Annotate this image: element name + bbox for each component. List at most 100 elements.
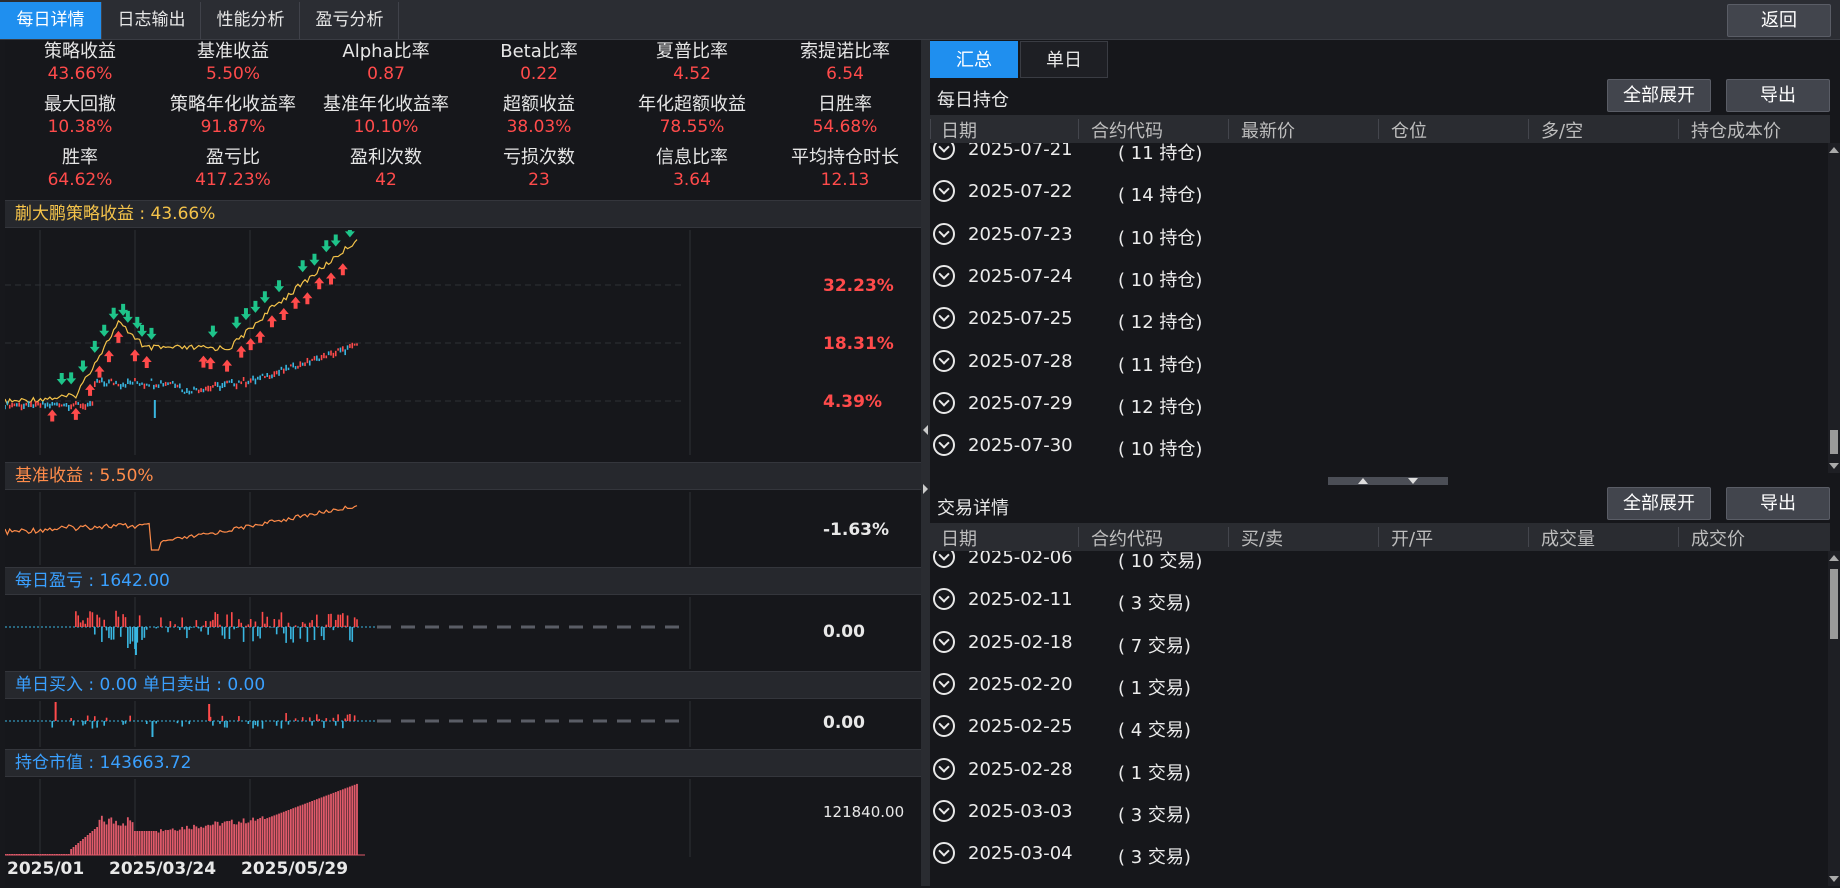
scroll-down-icon[interactable] xyxy=(1829,876,1839,882)
pnl-bar xyxy=(134,627,137,655)
panel-splitter[interactable] xyxy=(921,40,930,886)
pnl-bar xyxy=(356,619,358,627)
tab-log-output[interactable]: 日志输出 xyxy=(103,2,201,39)
expand-chevron-icon[interactable] xyxy=(933,715,955,738)
back-button[interactable]: 返回 xyxy=(1727,4,1831,37)
expand-chevron-icon[interactable] xyxy=(933,842,955,865)
expand-chevron-icon[interactable] xyxy=(933,630,955,653)
pnl-bar xyxy=(124,617,127,627)
col-date[interactable]: 日期 xyxy=(941,117,977,143)
candle xyxy=(96,378,98,383)
col-volume[interactable]: 成交量 xyxy=(1541,525,1595,551)
scroll-down-icon[interactable] xyxy=(1829,463,1839,469)
table-row[interactable]: 2025-07-24 ( 10 持仓) xyxy=(930,256,1830,298)
position-value-chart-svg xyxy=(5,779,691,857)
scroll-up-icon[interactable] xyxy=(1829,147,1839,153)
table-row[interactable]: 2025-02-06 ( 10 交易) xyxy=(930,551,1830,579)
table-row[interactable]: 2025-03-04 ( 3 交易) xyxy=(930,833,1830,875)
position-value-chart[interactable]: 121840.00 xyxy=(5,779,921,857)
col-cost-price[interactable]: 持仓成本价 xyxy=(1691,117,1781,143)
col-contract[interactable]: 合约代码 xyxy=(1091,525,1163,551)
candle xyxy=(268,375,271,379)
tab-daily-detail[interactable]: 每日详情 xyxy=(0,2,102,39)
expand-chevron-icon[interactable] xyxy=(933,799,955,822)
expand-chevron-icon[interactable] xyxy=(933,349,955,372)
scroll-up-icon[interactable] xyxy=(1829,555,1839,561)
candle xyxy=(179,383,181,389)
holdings-expand-all-button[interactable]: 全部展开 xyxy=(1607,79,1711,112)
tab-performance[interactable]: 性能分析 xyxy=(202,2,300,39)
table-row[interactable]: 2025-07-30 ( 10 持仓) xyxy=(930,425,1830,467)
position-bar xyxy=(323,796,325,855)
table-row[interactable]: 2025-07-29 ( 12 持仓) xyxy=(930,383,1830,425)
subtab-single-day[interactable]: 单日 xyxy=(1020,41,1108,78)
trades-expand-all-button[interactable]: 全部展开 xyxy=(1607,487,1711,520)
table-row[interactable]: 2025-02-28 ( 1 交易) xyxy=(930,749,1830,791)
holdings-scrollbar[interactable] xyxy=(1828,143,1840,473)
col-date[interactable]: 日期 xyxy=(941,525,977,551)
strategy-level-low: 4.39% xyxy=(823,392,882,412)
expand-chevron-icon[interactable] xyxy=(933,307,955,330)
col-open-close[interactable]: 开/平 xyxy=(1391,525,1433,551)
expand-chevron-icon[interactable] xyxy=(933,434,955,457)
col-contract[interactable]: 合约代码 xyxy=(1091,117,1163,143)
subtab-summary[interactable]: 汇总 xyxy=(930,41,1018,78)
collapse-left-icon[interactable] xyxy=(923,425,928,435)
expand-chevron-icon[interactable] xyxy=(933,143,955,160)
table-row[interactable]: 2025-07-23 ( 10 持仓) xyxy=(930,214,1830,256)
buysell-chart[interactable]: 0.00 xyxy=(5,701,921,747)
col-buy-sell[interactable]: 买/卖 xyxy=(1241,525,1283,551)
table-row[interactable]: 2025-07-28 ( 11 持仓) xyxy=(930,341,1830,383)
position-bar xyxy=(287,810,290,855)
tab-pnl-analysis[interactable]: 盈亏分析 xyxy=(301,2,399,39)
table-row[interactable]: 2025-07-25 ( 12 持仓) xyxy=(930,298,1830,340)
holdings-scroll-thumb[interactable] xyxy=(1830,430,1838,454)
stat-label: 盈利次数 xyxy=(350,147,422,168)
row-count: ( 10 持仓) xyxy=(1118,269,1203,291)
col-trade-price[interactable]: 成交价 xyxy=(1691,525,1745,551)
table-row[interactable]: 2025-07-22 ( 14 持仓) xyxy=(930,171,1830,213)
buy-arrow-icon xyxy=(141,356,152,369)
col-position[interactable]: 仓位 xyxy=(1391,117,1427,143)
expand-chevron-icon[interactable] xyxy=(933,264,955,287)
pnl-bar xyxy=(323,627,325,641)
trades-export-button[interactable]: 导出 xyxy=(1726,487,1830,520)
trades-scroll-thumb[interactable] xyxy=(1830,569,1838,639)
pnl-bar xyxy=(264,623,266,627)
expand-right-icon[interactable] xyxy=(923,484,928,494)
stat-value: 10.10% xyxy=(353,117,419,137)
table-row[interactable]: 2025-07-21 ( 11 持仓) xyxy=(930,143,1830,171)
position-bar xyxy=(233,824,236,855)
expand-chevron-icon[interactable] xyxy=(933,551,955,568)
position-bar xyxy=(162,831,165,855)
expand-chevron-icon[interactable] xyxy=(933,672,955,695)
strategy-chart[interactable]: 32.23% 18.31% 4.39% xyxy=(5,230,921,455)
expand-chevron-icon[interactable] xyxy=(933,391,955,414)
candle xyxy=(176,384,179,388)
col-last-price[interactable]: 最新价 xyxy=(1241,117,1295,143)
expand-chevron-icon[interactable] xyxy=(933,757,955,780)
row-date: 2025-07-28 xyxy=(968,350,1073,372)
expand-chevron-icon[interactable] xyxy=(933,222,955,245)
pnl-bar xyxy=(205,620,207,627)
candle xyxy=(273,371,276,377)
table-row[interactable]: 2025-03-03 ( 3 交易) xyxy=(930,791,1830,833)
stat-value: 23 xyxy=(528,170,550,190)
candle xyxy=(346,345,349,350)
col-long-short[interactable]: 多/空 xyxy=(1541,117,1583,143)
table-row[interactable]: 2025-02-18 ( 7 交易) xyxy=(930,622,1830,664)
expand-chevron-icon[interactable] xyxy=(933,588,955,611)
daily-pnl-chart[interactable]: 0.00 xyxy=(5,597,921,669)
trades-scrollbar[interactable] xyxy=(1828,551,1840,886)
position-bar xyxy=(301,804,304,855)
position-bar xyxy=(353,784,356,855)
holdings-export-button[interactable]: 导出 xyxy=(1726,79,1830,112)
expand-chevron-icon[interactable] xyxy=(933,180,955,203)
table-row[interactable]: 2025-02-11 ( 3 交易) xyxy=(930,579,1830,621)
table-row[interactable]: 2025-02-25 ( 4 交易) xyxy=(930,706,1830,748)
benchmark-chart[interactable]: -1.63% xyxy=(5,492,921,565)
vertical-resize-handle[interactable] xyxy=(1328,477,1448,485)
trade-bar xyxy=(346,714,349,721)
strategy-return-title: 蒯大鹏策略收益 : 43.66% xyxy=(5,200,921,228)
table-row[interactable]: 2025-02-20 ( 1 交易) xyxy=(930,664,1830,706)
